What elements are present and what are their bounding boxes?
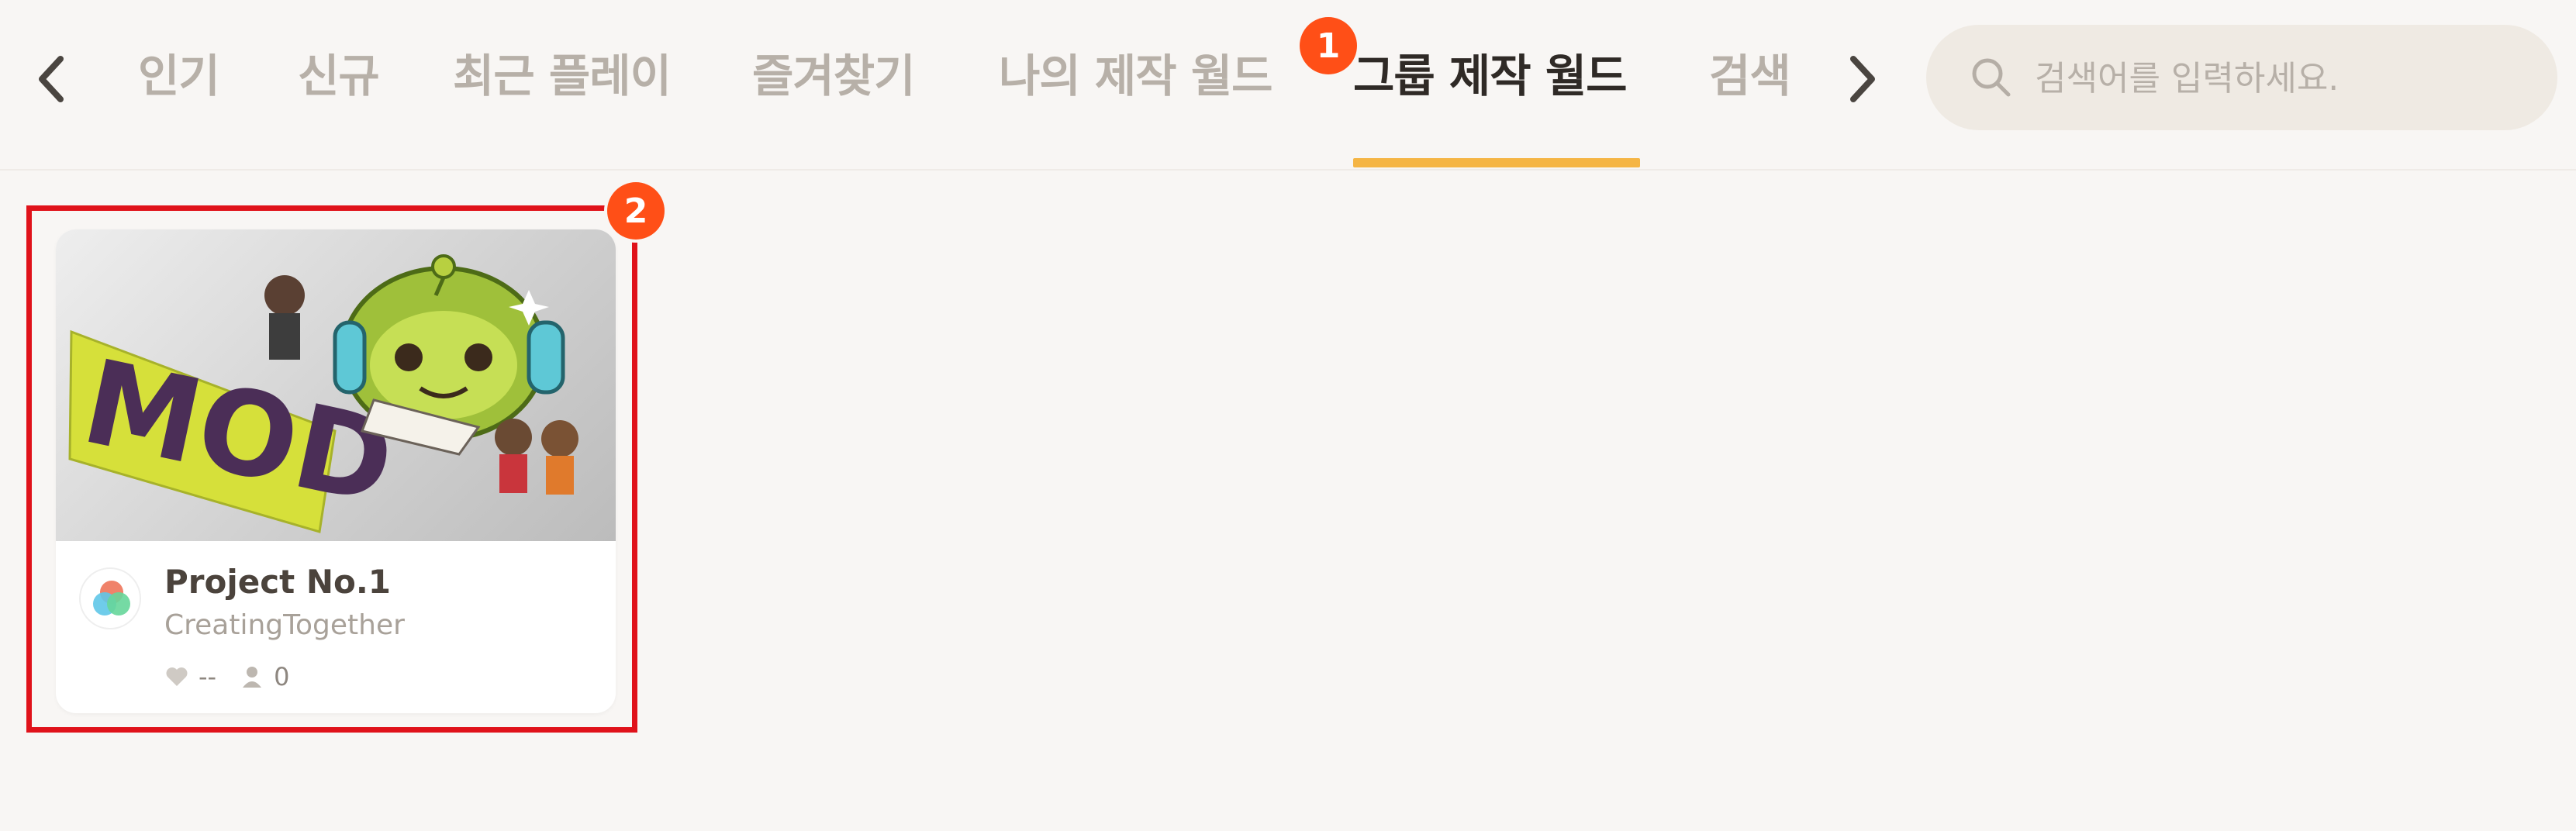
next-tab-arrow[interactable] [1839, 48, 1886, 110]
likes-count: -- [199, 662, 217, 691]
world-card-info: Project No.1 CreatingTogether -- 0 [56, 541, 616, 713]
search-box[interactable] [1926, 25, 2557, 130]
tab-favorites[interactable]: 즐겨찾기 [752, 45, 915, 107]
group-logo-icon [93, 581, 130, 615]
tab-my-worlds[interactable]: 나의 제작 월드 [999, 45, 1273, 107]
annotation-badge-1: 1 [1300, 17, 1357, 74]
top-navigation-bar: 인기 신규 최근 플레이 즐겨찾기 나의 제작 월드 그룹 제작 월드 검색 [0, 0, 2576, 171]
tab-popular[interactable]: 인기 [138, 45, 220, 107]
active-tab-indicator [1353, 158, 1640, 167]
heart-icon [166, 667, 188, 686]
chevron-right-icon [1850, 56, 1875, 102]
world-stats: -- 0 [164, 659, 313, 695]
group-avatar [79, 567, 141, 629]
tab-group-worlds[interactable]: 그룹 제작 월드 [1353, 45, 1628, 107]
person-icon [243, 667, 262, 688]
world-title: Project No.1 [164, 563, 392, 601]
chevron-left-icon [39, 56, 64, 102]
tab-search[interactable]: 검색 [1709, 45, 1791, 107]
mod-thumbnail-art: MOD [68, 254, 578, 533]
world-group-name: CreatingTogether [164, 609, 405, 641]
tab-recent-play[interactable]: 최근 플레이 [453, 45, 672, 107]
search-icon [1972, 58, 2011, 97]
world-card[interactable]: MOD Project No.1 CreatingTogether -- 0 [56, 229, 616, 713]
search-input[interactable] [2033, 48, 2533, 109]
prev-tab-arrow[interactable] [28, 48, 74, 110]
tab-new[interactable]: 신규 [298, 45, 380, 107]
annotation-badge-2: 2 [607, 182, 665, 240]
players-count: 0 [274, 662, 290, 691]
world-thumbnail: MOD [56, 229, 616, 541]
